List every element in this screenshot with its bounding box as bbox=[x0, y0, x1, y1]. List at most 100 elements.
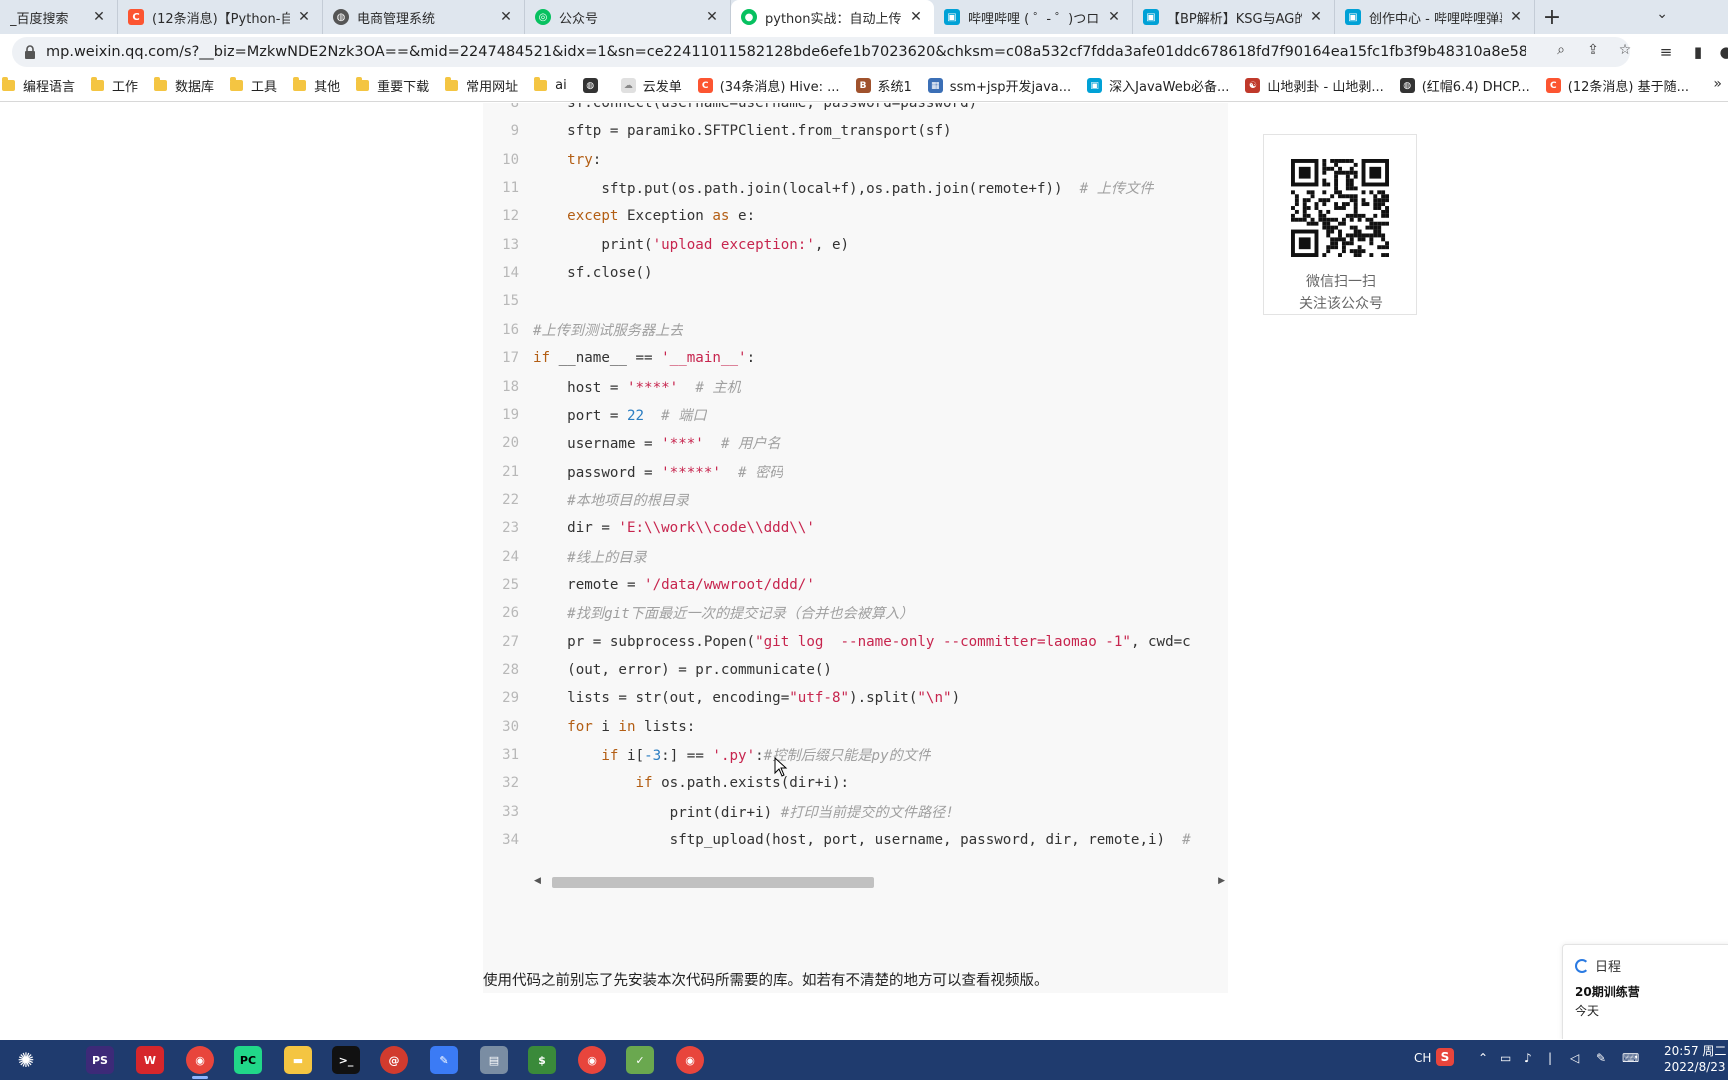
terminal-icon[interactable]: >_ bbox=[332, 1046, 360, 1074]
network-icon[interactable]: ▭ bbox=[1500, 1051, 1511, 1065]
line-number: 23 bbox=[502, 520, 519, 537]
bookmark-item[interactable]: C (12条消息) 基于随... bbox=[1545, 76, 1689, 95]
qr-caption-scan: 微信扫一扫 bbox=[1306, 274, 1376, 290]
bookmark-item[interactable]: 工作 bbox=[91, 76, 138, 95]
code-token: sftp = paramiko.SFTPClient.from_transpor… bbox=[533, 123, 952, 140]
share-icon[interactable]: ⇪ bbox=[1584, 41, 1602, 59]
pen-icon[interactable]: ✎ bbox=[1596, 1051, 1606, 1065]
keyboard-icon[interactable]: ⌨ bbox=[1622, 1051, 1639, 1065]
chrome-dev-icon[interactable]: ◉ bbox=[676, 1046, 704, 1074]
bookmark-item[interactable]: 常用网址 bbox=[445, 76, 518, 95]
zoom-icon[interactable]: ⌕ bbox=[1552, 41, 1570, 59]
wps-icon[interactable]: W bbox=[136, 1046, 164, 1074]
new-tab-button[interactable]: + bbox=[1535, 0, 1569, 34]
close-icon[interactable]: ✕ bbox=[296, 9, 312, 25]
snail-app-icon[interactable]: @ bbox=[380, 1046, 408, 1074]
bookmark-label: (红帽6.4) DHCP... bbox=[1421, 80, 1530, 95]
bookmark-item[interactable]: 其他 bbox=[293, 76, 340, 95]
remote-desktop-icon[interactable]: ▤ bbox=[480, 1046, 508, 1074]
code-token: 'upload exception:' bbox=[652, 236, 815, 253]
close-icon[interactable]: ✕ bbox=[1508, 9, 1524, 25]
code-line: 20 username = '***' # 用户名 bbox=[483, 429, 1228, 457]
code-token: sf.close() bbox=[533, 265, 653, 282]
close-icon[interactable]: ✕ bbox=[908, 9, 924, 25]
url-text[interactable]: mp.weixin.qq.com/s?__biz=MzkwNDE2Nzk3OA=… bbox=[46, 44, 1526, 60]
volume-icon[interactable]: ◁ bbox=[1570, 1051, 1579, 1065]
tab-bilibili-bp[interactable]: ▣ 【BP解析】KSG与AG的超 ✕ bbox=[1133, 0, 1335, 34]
scrollbar-thumb[interactable] bbox=[552, 877, 874, 888]
tab-csdn[interactable]: C (12条消息)【Python-自动 ✕ bbox=[118, 0, 323, 34]
close-icon[interactable]: ✕ bbox=[1106, 9, 1122, 25]
chrome-profile-icon[interactable]: ◉ bbox=[578, 1046, 606, 1074]
code-line: 8 sf.connect(username=username, password… bbox=[483, 103, 1228, 117]
schedule-widget[interactable]: 日程 20期训练营 今天 bbox=[1562, 944, 1728, 1039]
bookmark-item[interactable]: ▣ 深入JavaWeb必备... bbox=[1087, 76, 1229, 95]
code-text: sf.close() bbox=[533, 265, 653, 282]
bookmark-item[interactable]: ◍ (红帽6.4) DHCP... bbox=[1399, 76, 1530, 95]
bookmark-item[interactable]: ▦ ssm+jsp开发java... bbox=[927, 76, 1071, 95]
address-bar[interactable]: mp.weixin.qq.com/s?__biz=MzkwNDE2Nzk3OA=… bbox=[12, 37, 1630, 67]
tab-baidu[interactable]: _百度搜索 ✕ bbox=[0, 0, 118, 34]
chevron-up-icon[interactable]: ⌃ bbox=[1478, 1051, 1488, 1065]
bookmark-item[interactable]: 编程语言 bbox=[2, 76, 75, 95]
line-number: 24 bbox=[502, 548, 519, 565]
code-token: # 用户名 bbox=[720, 436, 781, 453]
scroll-left-icon[interactable]: ◀ bbox=[534, 876, 541, 886]
code-text: #本地项目的根目录 bbox=[533, 490, 689, 510]
star-icon[interactable]: ☆ bbox=[1616, 41, 1634, 59]
bookmark-item[interactable]: ai bbox=[534, 77, 567, 93]
sogou-input-icon[interactable]: S bbox=[1436, 1048, 1454, 1066]
close-icon[interactable]: ✕ bbox=[498, 9, 514, 25]
tab-bilibili-creator[interactable]: ▣ 创作中心 - 哔哩哔哩弹幕视 ✕ bbox=[1335, 0, 1535, 34]
bookmark-item[interactable]: C (34条消息) Hive: ... bbox=[697, 76, 840, 95]
code-token: lists = str(out, encoding= bbox=[533, 690, 790, 707]
code-text: if __name__ == '__main__': bbox=[533, 350, 755, 366]
tab-wechat-mp[interactable]: ◎ 公众号 ✕ bbox=[525, 0, 731, 34]
folder-icon bbox=[154, 77, 168, 91]
tab-python-article[interactable]: ● python实战：自动上传git ✕ bbox=[731, 0, 934, 34]
scroll-right-icon[interactable]: ▶ bbox=[1218, 876, 1225, 886]
clock-time[interactable]: 20:57 周二 bbox=[1664, 1042, 1726, 1059]
code-token: dir = bbox=[533, 520, 619, 537]
close-icon[interactable]: ✕ bbox=[704, 9, 720, 25]
file-explorer-icon[interactable]: ▬ bbox=[284, 1046, 312, 1074]
profile-icon[interactable]: ● bbox=[1716, 42, 1728, 62]
ime-label[interactable]: CH bbox=[1414, 1051, 1431, 1065]
bookmark-item[interactable]: ☯ 山地剥卦 - 山地剥... bbox=[1245, 76, 1384, 95]
bookmark-item[interactable]: ◍ bbox=[582, 78, 605, 93]
code-token: password = bbox=[533, 464, 662, 481]
code-token: '.py' bbox=[712, 748, 756, 765]
pycharm-icon[interactable]: PC bbox=[234, 1046, 262, 1074]
chevron-right-icon[interactable]: » bbox=[1713, 76, 1722, 92]
wechat-icon: ● bbox=[741, 9, 757, 25]
side-panel-icon[interactable]: ▮ bbox=[1688, 42, 1708, 62]
bookmark-item[interactable]: 重要下载 bbox=[356, 76, 429, 95]
phpstorm-icon[interactable]: PS bbox=[86, 1046, 114, 1074]
bell-icon[interactable]: ♪ bbox=[1524, 1051, 1532, 1065]
close-icon[interactable]: ✕ bbox=[91, 9, 107, 25]
code-text: dir = 'E:\\work\\code\\ddd\\' bbox=[533, 520, 815, 536]
bookmark-item[interactable]: 数据库 bbox=[154, 76, 214, 95]
schedule-event[interactable]: 20期训练营 bbox=[1575, 983, 1640, 1000]
globe-icon: ◍ bbox=[333, 9, 349, 25]
notepad-icon[interactable]: ✓ bbox=[626, 1046, 654, 1074]
reading-list-icon[interactable]: ≡ bbox=[1656, 42, 1676, 62]
tab-ecommerce[interactable]: ◍ 电商管理系统 ✕ bbox=[323, 0, 525, 34]
code-token: : bbox=[746, 350, 756, 367]
bookmark-label: 其他 bbox=[314, 80, 341, 95]
start-icon[interactable]: ✺ bbox=[12, 1046, 40, 1074]
line-number: 18 bbox=[502, 378, 519, 395]
microphone-icon[interactable]: | bbox=[1548, 1051, 1552, 1065]
feishu-icon[interactable]: ✎ bbox=[430, 1046, 458, 1074]
clock-date[interactable]: 2022/8/23 bbox=[1664, 1060, 1726, 1074]
chevron-down-icon[interactable]: ⌄ bbox=[1656, 6, 1668, 22]
horizontal-scrollbar[interactable]: ◀ ▶ bbox=[534, 875, 1225, 889]
tab-bilibili-home[interactable]: ▣ 哔哩哔哩 ( ゜- ゜)つロ 干杯 ✕ bbox=[934, 0, 1133, 34]
bookmark-item[interactable]: ☁ 云发单 bbox=[620, 76, 682, 95]
close-icon[interactable]: ✕ bbox=[1308, 9, 1324, 25]
code-token: "git log --name-only --committer=laomao … bbox=[755, 633, 1131, 650]
bookmark-item[interactable]: 工具 bbox=[230, 76, 277, 95]
chrome-icon[interactable]: ◉ bbox=[186, 1046, 214, 1079]
bookmark-item[interactable]: B 系统1 bbox=[855, 76, 912, 95]
money-app-icon[interactable]: $ bbox=[528, 1046, 556, 1074]
